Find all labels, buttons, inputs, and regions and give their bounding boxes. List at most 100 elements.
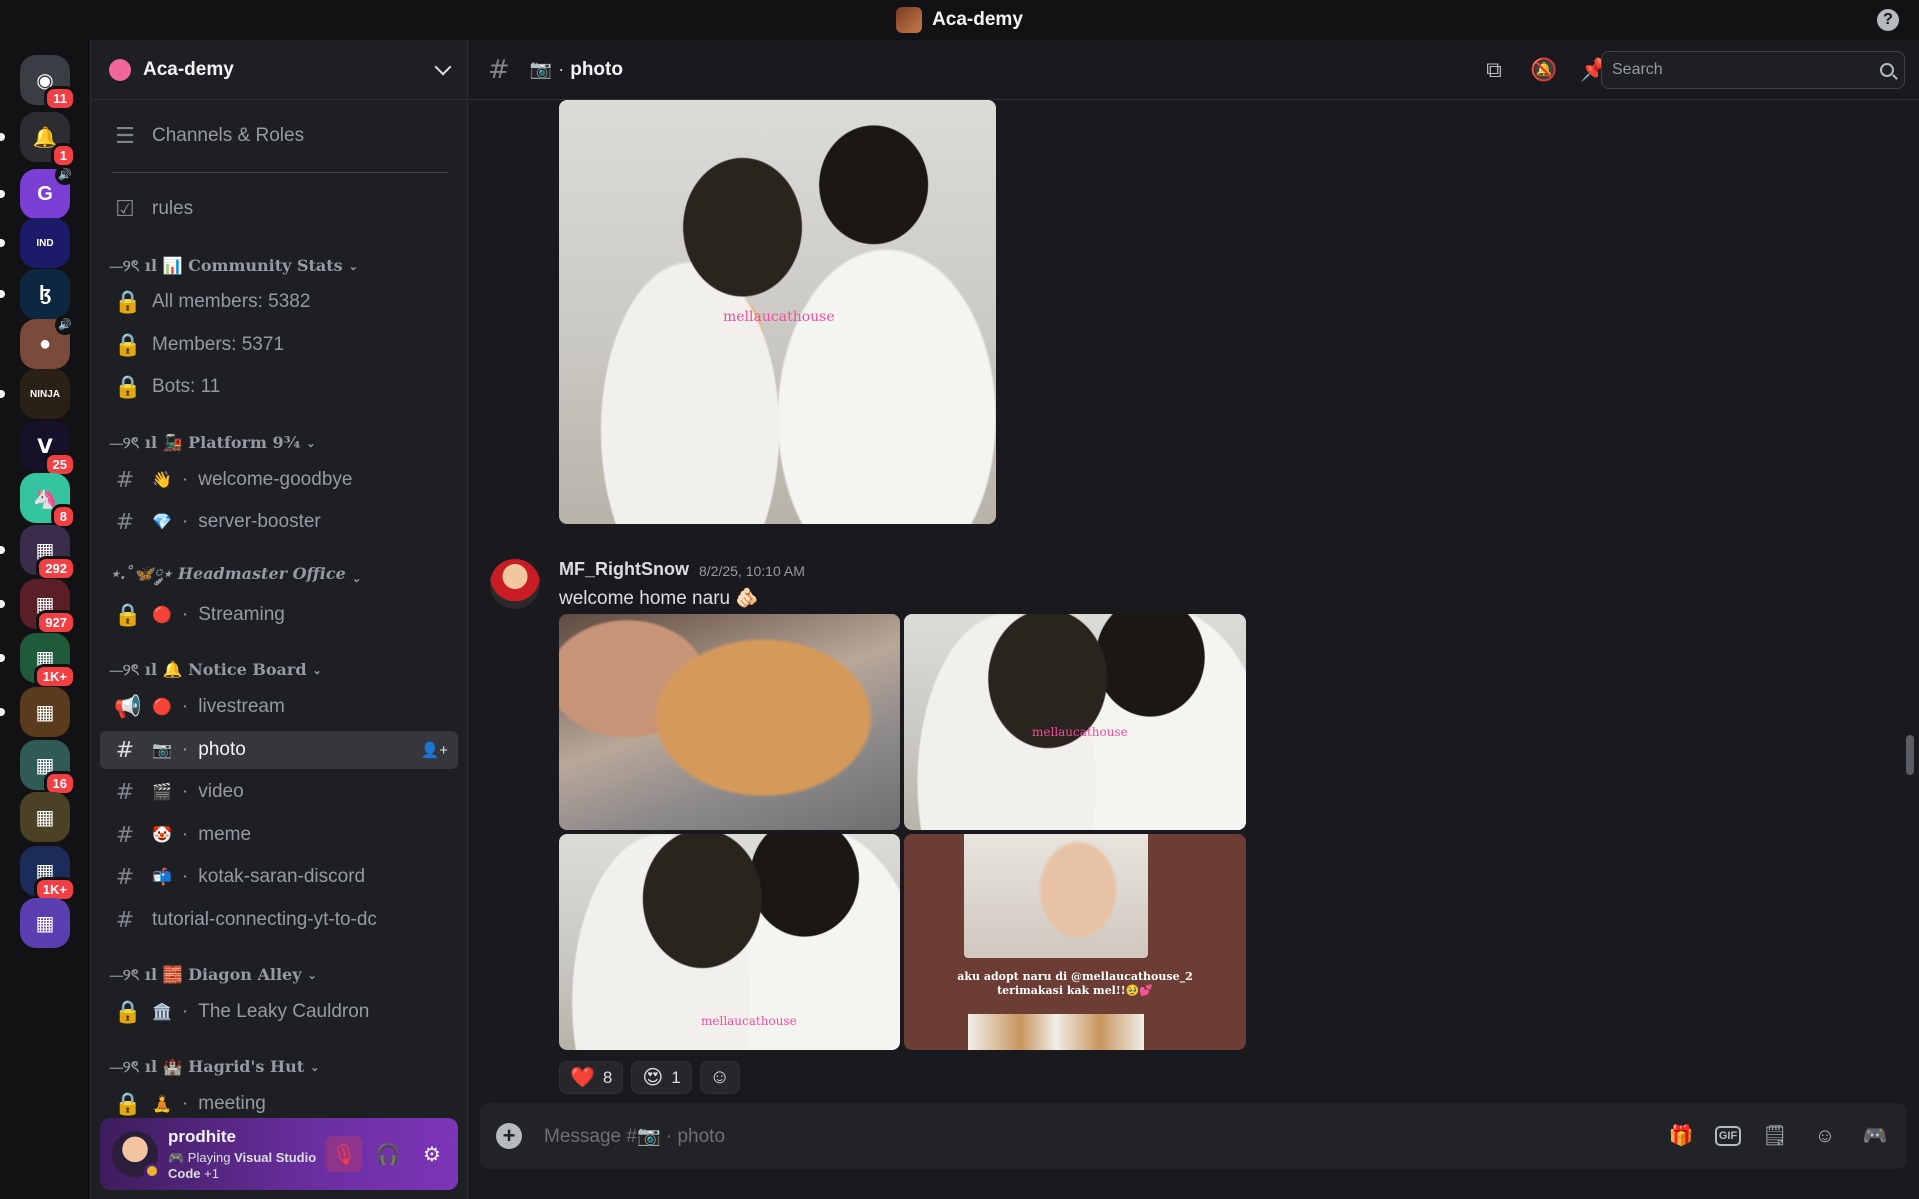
channel-label: welcome-goodbye [198,469,353,490]
image-watermark: mellaucathouse [723,309,835,325]
server-icon-server-folder-5[interactable]: ▦ 16 [20,740,76,796]
channel-leaky-cauldron[interactable]: 🔒 🏛️ · The Leaky Cauldron [100,993,458,1031]
server-icon-home[interactable]: ◉ 11 [20,55,76,111]
emoji-icon[interactable]: ☺ [1809,1120,1841,1152]
window-title: Aca-demy [932,9,1023,30]
channel-rules[interactable]: ☑ rules [100,190,458,228]
channel-streaming[interactable]: 🔒 🔴 · Streaming [100,596,458,634]
avatar[interactable] [490,559,540,609]
server-icon-server-folder-1[interactable]: ▦ 292 [20,525,76,581]
activities-icon[interactable]: 🎮 [1859,1120,1891,1152]
attach-button[interactable]: + [496,1123,522,1149]
server-icon-server-folder-7[interactable]: ▦ 1K+ [20,846,76,902]
server-icon-notifications[interactable]: 🔔 1 [20,112,76,168]
chevron-down-icon [434,58,452,75]
server-icon-server-g[interactable]: G 🔊 [20,165,75,219]
channel-server-booster[interactable]: # 💎 · server-booster [100,503,458,541]
image-photo [964,834,1148,958]
server-icon-server-folder-6[interactable]: ▦ [20,792,70,842]
category-notice-board[interactable]: ⎯⎯୨ৎ ıl 🔔 Notice Board ⌄ [110,657,322,683]
attachment-image[interactable] [559,614,900,830]
attachment-image[interactable]: aku adopt naru di @mellaucathouse_2 terim… [904,834,1246,1050]
server-header[interactable]: Aca-demy [91,40,467,100]
image-watermark: mellaucathouse [1032,725,1128,739]
category-community-stats[interactable]: ⎯⎯୨ৎ ıl 📊 Community Stats ⌄ [110,253,358,279]
headphones-button[interactable]: 🎧 [370,1136,406,1172]
lock-icon: 🔒 [114,332,142,358]
server-icon-server-portrait[interactable]: ● 🔊 [20,315,75,369]
server-glyph: ● [38,332,52,355]
divider [112,172,448,173]
reaction-heart-eyes[interactable]: 😍 1 [631,1061,692,1094]
heart-icon: ❤️ [570,1067,595,1089]
server-icon-server-v[interactable]: ᐯ 25 [20,421,76,477]
channel-label: photo [198,739,246,760]
server-icon-server-folder-4[interactable]: ▦ [20,687,70,737]
channel-photo[interactable]: # 📷 · photo 👤+ [100,731,458,769]
channels-roles-item[interactable]: ☰ Channels & Roles [100,117,458,155]
attachment-image[interactable]: mellaucathouse [559,100,996,524]
channel-livestream[interactable]: 📢 🔴 · livestream [100,688,458,726]
activity-more: +1 [200,1166,219,1181]
activity-prefix: 🎮 Playing [168,1150,235,1165]
add-reaction-button[interactable]: ☺ [699,1061,740,1094]
category-label: ⎯⎯୨ৎ ıl 🔔 Notice Board [110,659,307,679]
reaction-heart[interactable]: ❤️ 8 [559,1061,624,1094]
user-activity: 🎮 Playing Visual Studio Code +1 [168,1150,326,1181]
lock-icon: 🔒 [114,999,142,1025]
server-icon-server-indsky[interactable]: IND [20,218,70,268]
separator-dot: · [181,511,189,532]
sticker-icon[interactable]: 🗒 [1759,1120,1791,1152]
server-icon-server-folder-3[interactable]: ▦ 1K+ [20,633,76,689]
channel-meme[interactable]: # 🤡 · meme [100,816,458,854]
wave-icon: 👋 [152,472,172,489]
server-icon-server-folder-8[interactable]: ▦ [20,898,70,948]
attachment-image[interactable]: mellaucathouse [559,834,900,1050]
camera-icon: 📷 [152,742,172,759]
unread-pip [0,133,5,141]
category-headmaster[interactable]: ⋆.˚🦋༘⋆ Headmaster Office ⌄ [110,564,362,591]
category-label: ⎯⎯୨ৎ ıl 🏰 Hagrid's Hut [110,1056,305,1076]
message-input[interactable]: Message #📷 · photo [544,1124,1665,1148]
channel-video[interactable]: # 🎬 · video [100,773,458,811]
server-icon-server-unicorn[interactable]: 🦄 8 [20,473,76,529]
channel-all-members[interactable]: 🔒 All members: 5382 [100,283,458,321]
user-info[interactable]: prodhite 🎮 Playing Visual Studio Code +1 [168,1127,326,1181]
chevron-down-icon: ⌄ [310,1060,320,1074]
chevron-down-icon: ⌄ [348,259,358,273]
help-icon[interactable]: ? [1877,9,1899,31]
server-icon-server-folder-2[interactable]: ▦ 927 [20,579,76,635]
category-diagon-alley[interactable]: ⎯⎯୨ৎ ıl 🧱 Diagon Alley ⌄ [110,962,317,988]
channel-welcome-goodbye[interactable]: # 👋 · welcome-goodbye [100,461,458,499]
settings-button[interactable]: ⚙ [414,1136,450,1172]
channel-kotak-saran[interactable]: # 📬 · kotak-saran-discord [100,858,458,896]
channel-label: Streaming [198,604,285,625]
category-hagrids-hut[interactable]: ⎯⎯୨ৎ ıl 🏰 Hagrid's Hut ⌄ [110,1054,319,1080]
channel-bots[interactable]: 🔒 Bots: 11 [100,368,458,406]
mute-mic-button[interactable]: 🎙 [326,1136,362,1172]
channels-roles-label: Channels & Roles [152,125,305,146]
category-platform[interactable]: ⎯⎯୨ৎ ıl 🚂 Platform 9¾ ⌄ [110,430,316,456]
scrollbar-thumb[interactable] [1906,735,1914,775]
add-member-icon[interactable]: 👤+ [421,741,448,759]
gift-icon[interactable]: 🎁 [1665,1120,1697,1152]
threads-icon[interactable]: ⧉ [1479,55,1509,85]
server-glyph: ɮ [38,282,52,305]
channel-label: The Leaky Cauldron [198,1001,370,1022]
channel-tutorial[interactable]: # tutorial-connecting-yt-to-dc [100,901,458,939]
message-author[interactable]: MF_RightSnow [559,559,689,580]
unread-badge: 1K+ [33,664,76,689]
server-name: Aca-demy [143,58,234,80]
red-circle-icon: 🔴 [152,607,172,624]
avatar[interactable] [112,1131,160,1179]
channel-members[interactable]: 🔒 Members: 5371 [100,326,458,364]
server-icon-server-b[interactable]: ɮ [20,269,70,319]
server-icon-server-ninja[interactable]: NINJA [20,369,70,419]
notification-bell-icon[interactable]: 🔕 [1529,55,1559,85]
hash-icon: # [115,864,135,890]
separator-dot: · [181,1093,189,1114]
gif-icon[interactable]: GIF [1715,1126,1741,1146]
chevron-down-icon: ⌄ [351,571,362,585]
search-input[interactable]: Search [1601,51,1905,89]
attachment-image[interactable]: mellaucathouse [904,614,1246,830]
